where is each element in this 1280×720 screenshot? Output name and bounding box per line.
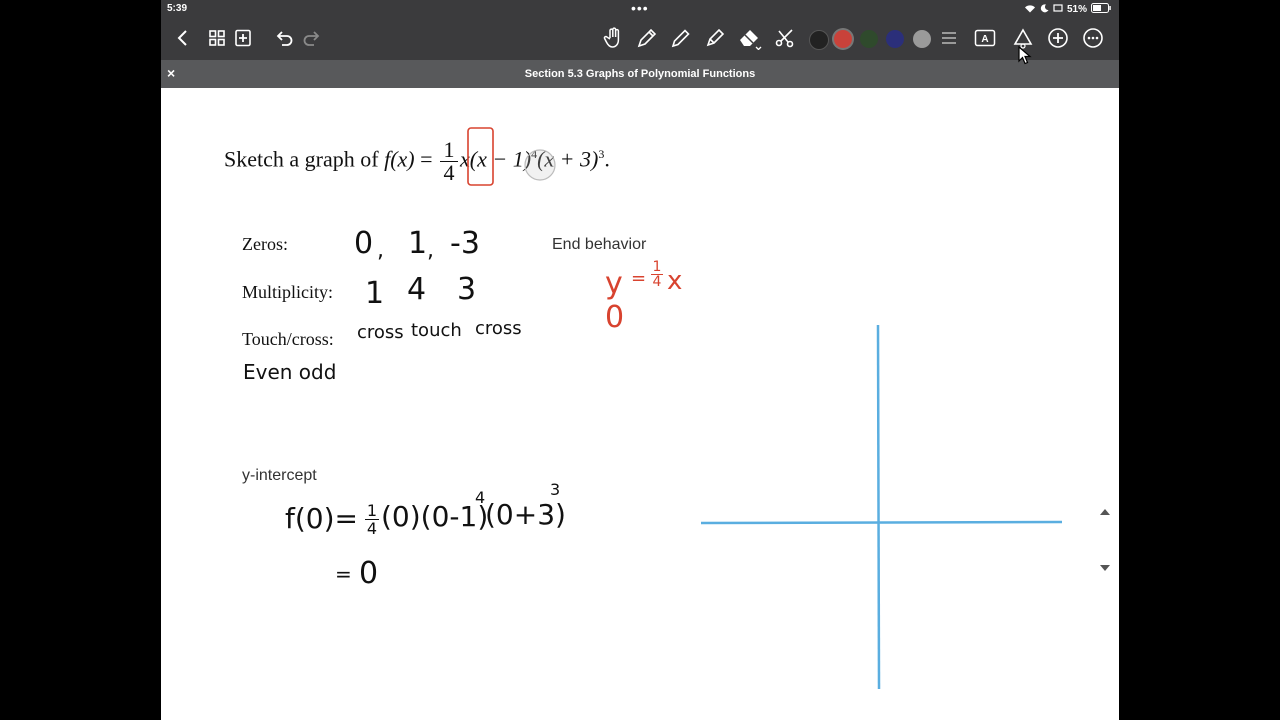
mouse-pointer-icon	[1018, 46, 1032, 65]
y-intercept-result-equals: =	[335, 562, 352, 586]
add-page-icon[interactable]	[229, 24, 257, 52]
even-odd-note: Even odd	[243, 360, 337, 384]
fraction-numerator: 1	[440, 138, 459, 162]
multiplicity-value-3: 3	[457, 272, 477, 307]
y-fraction-numerator: 1	[365, 501, 379, 520]
color-swatch-red-selected[interactable]	[834, 30, 852, 48]
comma-mark: ,	[377, 238, 384, 263]
zeros-label: Zeros:	[242, 234, 288, 254]
fraction-highlight-box	[467, 127, 494, 186]
scroll-up-icon[interactable]	[1098, 506, 1112, 518]
end-behavior-equals: =	[631, 268, 647, 289]
touch-cross-value-2: touch	[411, 320, 462, 341]
add-icon[interactable]	[1044, 24, 1072, 52]
touch-cross-value-1: cross	[357, 322, 404, 343]
battery-percent: 51%	[1066, 4, 1087, 15]
end-behavior-fraction: 1 4	[651, 260, 663, 289]
battery-icon	[1091, 3, 1111, 16]
app-screen: 5:39 ••• 51% A × Section 5.3 Graphs of P…	[161, 0, 1119, 720]
redo-icon[interactable]	[298, 24, 326, 52]
y-intercept-result: 0	[359, 556, 379, 591]
y-intercept-eval-start: f(0)=	[285, 502, 358, 535]
coordinate-axes	[700, 324, 1063, 690]
grid-icon[interactable]	[203, 24, 231, 52]
multiplicity-value-4: 4	[407, 272, 427, 307]
y-intercept-exponent-3: 3	[550, 480, 561, 499]
color-swatch-gray[interactable]	[913, 30, 931, 48]
status-bar: 5:39 ••• 51%	[161, 0, 1119, 18]
svg-text:A: A	[981, 34, 988, 45]
problem-period: .	[604, 146, 610, 172]
multiplicity-label: Multiplicity:	[242, 282, 334, 302]
zero-value-1: 1	[408, 226, 428, 261]
scissors-icon[interactable]	[771, 24, 799, 52]
problem-prefix: Sketch a graph of	[224, 146, 379, 172]
menu-icon[interactable]	[935, 24, 963, 52]
moon-icon	[1040, 3, 1049, 16]
y-intercept-fraction: 1 4	[365, 502, 379, 537]
back-icon[interactable]	[169, 24, 197, 52]
touch-cross-value-3: cross	[475, 318, 522, 339]
fraction-denominator: 4	[443, 159, 455, 185]
eraser-icon[interactable]	[736, 24, 764, 52]
highlighter-icon[interactable]	[701, 24, 729, 52]
status-icons: 51%	[1024, 3, 1111, 16]
undo-icon[interactable]	[270, 24, 298, 52]
y-intercept-eval-factor: (0+3)	[485, 498, 566, 531]
end-behavior-x: x	[667, 266, 683, 296]
zero-value-neg3: -3	[450, 226, 480, 261]
pen-icon[interactable]	[633, 24, 661, 52]
multitask-dots-icon[interactable]: •••	[631, 0, 649, 16]
end-behavior-y: y	[605, 266, 623, 301]
y-axis-line	[876, 324, 881, 690]
color-swatch-black[interactable]	[809, 30, 829, 50]
document-title-bar: × Section 5.3 Graphs of Polynomial Funct…	[161, 60, 1119, 88]
scroll-down-icon[interactable]	[1098, 562, 1112, 574]
touch-cross-label: Touch/cross:	[242, 329, 334, 349]
fraction-one-quarter: 1 4	[440, 138, 459, 185]
end-behavior-label: End behavior	[552, 236, 647, 253]
note-page[interactable]: Sketch a graph of f(x) = 1 4 x(x − 1)4(x…	[161, 88, 1119, 720]
end-fraction-denominator: 4	[652, 274, 662, 290]
y-intercept-eval-middle: (0)(0-1)	[381, 500, 489, 533]
x-axis-line	[700, 520, 1063, 525]
cursor-circle-icon	[524, 149, 556, 181]
document-title: Section 5.3 Graphs of Polynomial Functio…	[524, 68, 756, 80]
toolbar: A	[161, 18, 1119, 60]
multiplicity-value-1: 1	[365, 276, 385, 311]
zero-value-0: 0	[354, 226, 374, 261]
status-time: 5:39	[167, 3, 188, 14]
y-intercept-label: y-intercept	[242, 467, 317, 484]
hand-icon[interactable]	[599, 24, 627, 52]
y-fraction-denominator: 4	[366, 519, 378, 538]
y-intercept-exponent-4: 4	[475, 488, 486, 507]
function-arg: (x)	[390, 146, 415, 172]
more-icon[interactable]	[1079, 24, 1107, 52]
wifi-icon	[1024, 4, 1036, 16]
pencil-icon[interactable]	[667, 24, 695, 52]
end-fraction-numerator: 1	[651, 259, 663, 275]
color-swatch-green[interactable]	[860, 30, 878, 48]
color-swatch-blue[interactable]	[886, 30, 904, 48]
comma-mark: ,	[427, 238, 434, 263]
end-behavior-zero: 0	[605, 300, 625, 335]
text-box-icon[interactable]: A	[971, 24, 999, 52]
equals-sign: =	[420, 146, 433, 172]
screen-mirror-icon	[1053, 3, 1063, 16]
